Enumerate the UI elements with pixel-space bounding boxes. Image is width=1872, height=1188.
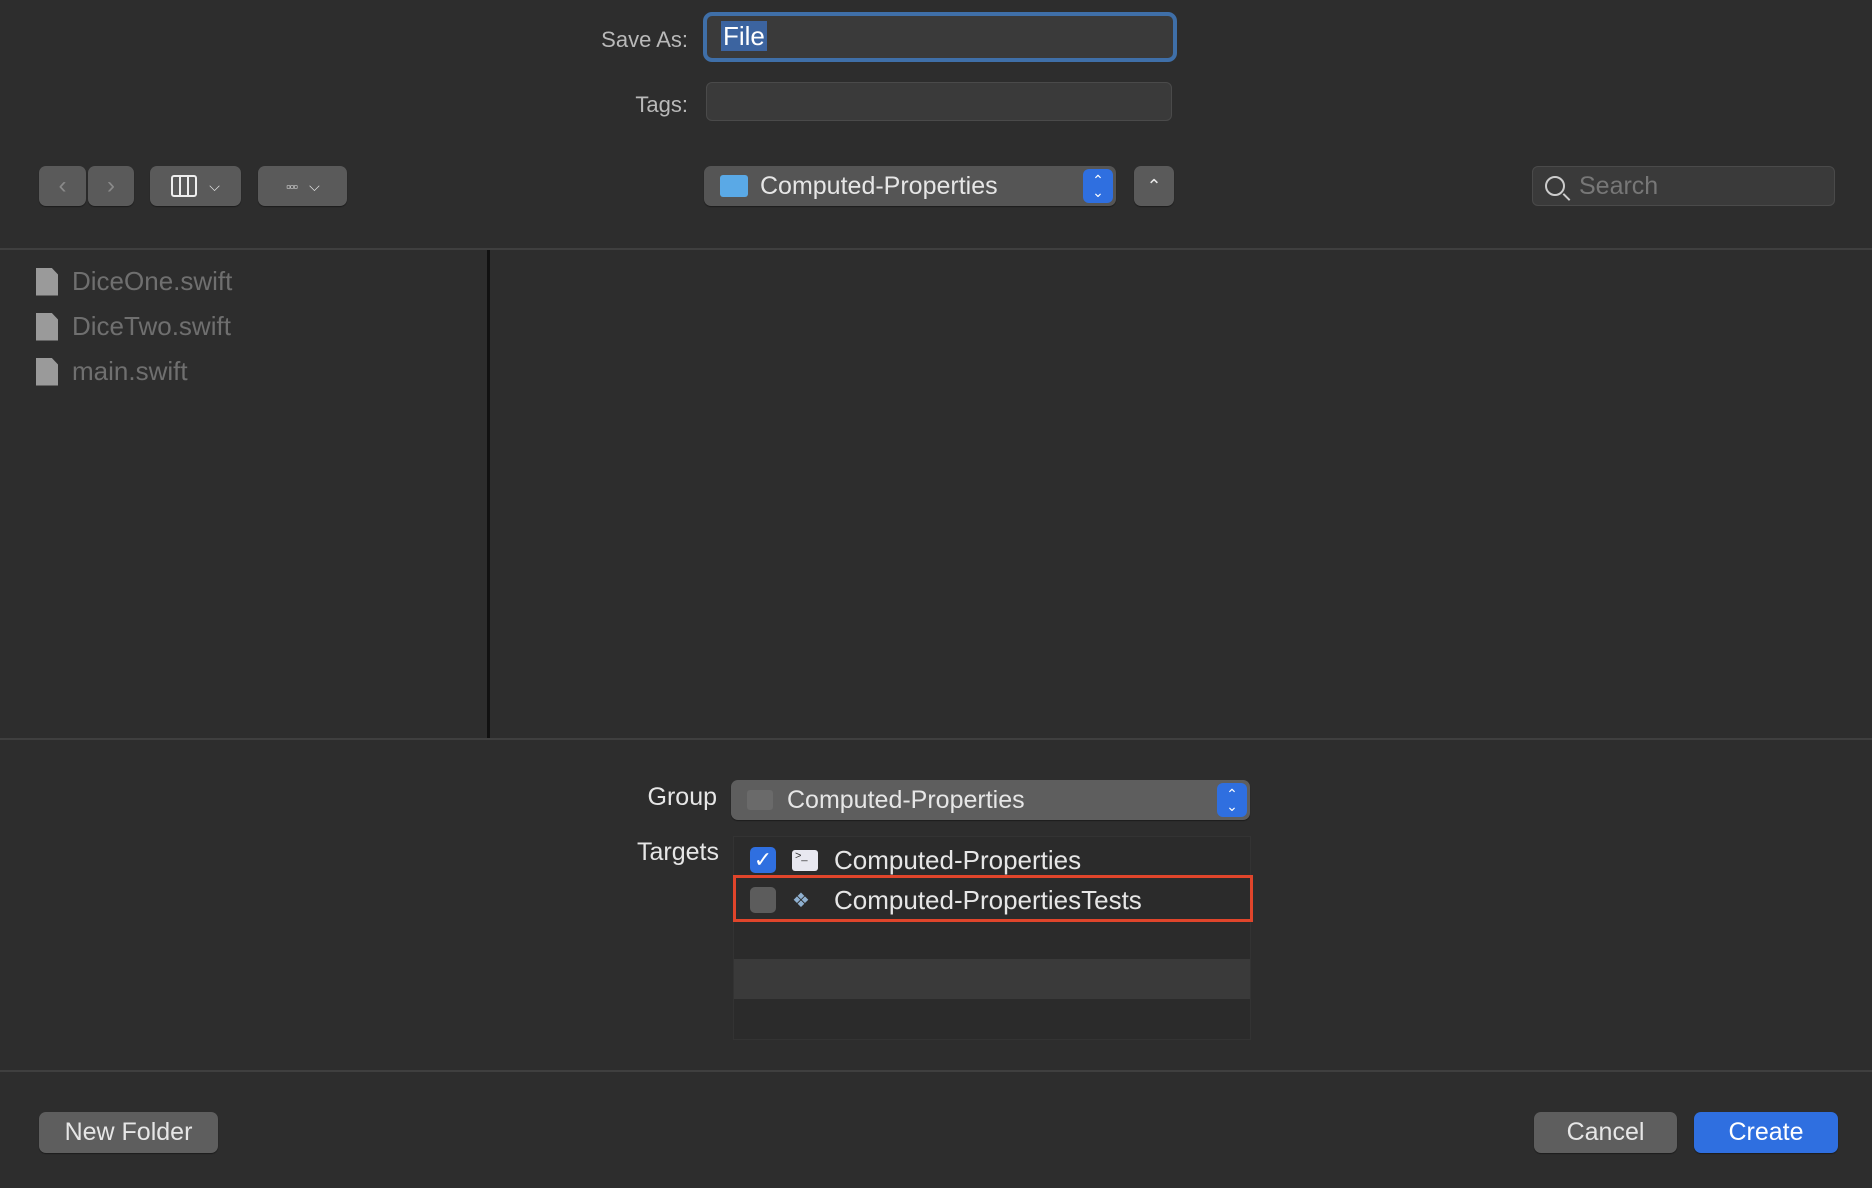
folder-icon [720, 175, 748, 197]
group-popup[interactable]: Computed-Properties ⌃ ⌄ [731, 780, 1250, 820]
swift-file-icon [36, 267, 58, 296]
grid-icon: ▫▫▫ [286, 178, 298, 194]
save-as-value: File [721, 21, 767, 51]
path-value: Computed-Properties [760, 171, 998, 200]
file-item[interactable]: DiceOne.swift [36, 266, 232, 297]
new-folder-button[interactable]: New Folder [39, 1112, 218, 1153]
target-row[interactable]: ✓ >_ Computed-Properties [750, 842, 1081, 878]
divider [0, 1070, 1872, 1072]
create-button[interactable]: Create [1694, 1112, 1838, 1153]
column-divider[interactable] [487, 250, 490, 738]
divider [0, 248, 1872, 250]
file-name: DiceOne.swift [72, 266, 233, 296]
targets-list: ✓ >_ Computed-Properties ❖ Computed-Prop… [733, 836, 1251, 1040]
file-name: DiceTwo.swift [72, 311, 231, 341]
search-icon [1545, 176, 1571, 201]
highlight-box [733, 875, 1253, 922]
column-view-button[interactable]: ⌵ [150, 166, 241, 206]
stepper-icon: ⌃ ⌄ [1217, 783, 1247, 817]
search-input[interactable]: Search [1532, 166, 1835, 206]
tags-label: Tags: [635, 92, 688, 117]
chevron-right-icon: › [107, 172, 115, 199]
save-as-label: Save As: [601, 27, 688, 52]
targets-label: Targets [637, 838, 719, 866]
path-popup[interactable]: Computed-Properties ⌃ ⌄ [704, 166, 1116, 206]
chevron-down-icon: ⌵ [309, 177, 320, 194]
group-view-button[interactable]: ▫▫▫ ⌵ [258, 166, 347, 206]
stepper-icon: ⌃ ⌄ [1083, 169, 1113, 203]
file-item[interactable]: DiceTwo.swift [36, 311, 232, 342]
target-name: Computed-Properties [834, 844, 1082, 875]
group-label: Group [647, 783, 717, 811]
tags-input[interactable] [706, 82, 1172, 121]
save-as-input[interactable]: File [703, 12, 1177, 62]
file-list: DiceOne.swift DiceTwo.swift main.swift [36, 266, 232, 387]
back-button[interactable]: ‹ [39, 166, 86, 206]
terminal-icon: >_ [792, 849, 818, 871]
chevron-down-icon: ⌵ [209, 177, 220, 194]
swift-file-icon [36, 312, 58, 341]
file-name: main.swift [72, 356, 188, 386]
divider [0, 738, 1872, 740]
checkbox-checked[interactable]: ✓ [750, 847, 776, 873]
parent-folder-button[interactable]: ⌃ [1134, 166, 1174, 206]
file-item[interactable]: main.swift [36, 356, 232, 387]
cancel-button[interactable]: Cancel [1534, 1112, 1677, 1153]
swift-file-icon [36, 357, 58, 386]
folder-icon [747, 790, 773, 810]
search-placeholder: Search [1579, 171, 1659, 200]
forward-button[interactable]: › [88, 166, 134, 206]
chevron-left-icon: ‹ [58, 172, 67, 199]
chevron-up-icon: ⌃ [1146, 175, 1162, 196]
columns-icon [171, 175, 198, 197]
group-value: Computed-Properties [787, 785, 1025, 814]
